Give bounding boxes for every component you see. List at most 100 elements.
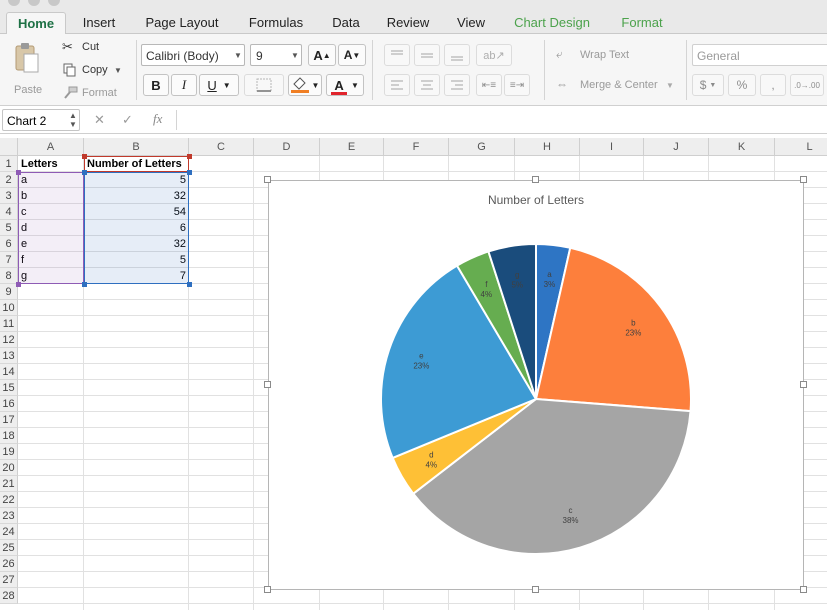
tab-insert[interactable]: Insert	[74, 12, 124, 34]
row-header[interactable]: 13	[0, 348, 18, 364]
column-header[interactable]: B	[84, 138, 189, 156]
chart-resize-handle[interactable]	[264, 381, 271, 388]
column-header[interactable]: E	[320, 138, 384, 156]
row-header[interactable]: 6	[0, 236, 18, 252]
underline-button[interactable]: U ▼	[199, 74, 239, 96]
close-window-icon[interactable]	[8, 0, 20, 6]
slice-category-label[interactable]: c	[569, 506, 573, 515]
column-header[interactable]: L	[775, 138, 827, 156]
slice-percent-label[interactable]: 23%	[625, 328, 641, 337]
column-header[interactable]: A	[18, 138, 84, 156]
format-painter-button[interactable]: Format	[62, 84, 132, 102]
letter-cell[interactable]: e	[18, 236, 84, 252]
letter-cell[interactable]: f	[18, 252, 84, 268]
font-size-dropdown[interactable]: 9 ▼	[250, 44, 302, 66]
number-format-dropdown[interactable]: General	[692, 44, 827, 66]
row-header[interactable]: 5	[0, 220, 18, 236]
copy-dropdown-icon[interactable]: ▼	[114, 66, 122, 75]
row-header[interactable]: 27	[0, 572, 18, 588]
row-header[interactable]: 21	[0, 476, 18, 492]
count-cell[interactable]: 6	[84, 220, 189, 236]
font-color-button[interactable]: A ▼	[326, 74, 364, 96]
increase-decimal-button[interactable]: .0→.00	[790, 74, 824, 96]
column-header[interactable]: G	[449, 138, 515, 156]
align-right-button[interactable]	[444, 74, 470, 96]
row-header[interactable]: 15	[0, 380, 18, 396]
tab-chart-design[interactable]: Chart Design	[506, 12, 598, 37]
align-left-button[interactable]	[384, 74, 410, 96]
column-header[interactable]: H	[515, 138, 580, 156]
row-header[interactable]: 28	[0, 588, 18, 604]
range-corner-handle[interactable]	[82, 170, 87, 175]
row-header[interactable]: 19	[0, 444, 18, 460]
slice-percent-label[interactable]: 38%	[563, 516, 579, 525]
count-cell[interactable]: 5	[84, 172, 189, 188]
range-corner-handle[interactable]	[82, 282, 87, 287]
row-header[interactable]: 14	[0, 364, 18, 380]
paste-button[interactable]: Paste	[10, 42, 44, 102]
decrease-indent-button[interactable]: ⇤≡	[476, 74, 502, 96]
chart-resize-handle[interactable]	[800, 176, 807, 183]
row-header[interactable]: 17	[0, 412, 18, 428]
name-box[interactable]: Chart 2 ▲ ▼	[2, 109, 80, 131]
percent-button[interactable]: %	[728, 74, 756, 96]
count-cell[interactable]: 5	[84, 252, 189, 268]
chart-resize-handle[interactable]	[800, 586, 807, 593]
slice-category-label[interactable]: b	[631, 318, 636, 327]
comma-style-button[interactable]: ,	[760, 74, 786, 96]
column-header[interactable]: C	[189, 138, 254, 156]
chart-resize-handle[interactable]	[264, 176, 271, 183]
pie-plot-area[interactable]: a3%b23%c38%d4%e23%f4%g5%	[269, 181, 803, 589]
slice-category-label[interactable]: a	[547, 270, 552, 279]
slice-category-label[interactable]: g	[515, 271, 519, 280]
slice-category-label[interactable]: e	[419, 352, 424, 361]
chart-resize-handle[interactable]	[264, 586, 271, 593]
decrease-font-size-button[interactable]: A ▼	[338, 44, 366, 66]
tab-data[interactable]: Data	[326, 12, 366, 34]
tab-review[interactable]: Review	[380, 12, 436, 34]
slice-percent-label[interactable]: 23%	[413, 362, 429, 371]
range-corner-handle[interactable]	[187, 282, 192, 287]
letter-cell[interactable]: c	[18, 204, 84, 220]
count-cell[interactable]: 32	[84, 236, 189, 252]
enter-icon[interactable]: ✓	[122, 112, 133, 128]
range-corner-handle[interactable]	[82, 154, 87, 159]
row-header[interactable]: 10	[0, 300, 18, 316]
tab-formulas[interactable]: Formulas	[240, 12, 312, 34]
chart-resize-handle[interactable]	[532, 586, 539, 593]
slice-category-label[interactable]: d	[429, 450, 433, 459]
cancel-icon[interactable]: ✕	[94, 112, 105, 128]
function-icon[interactable]: fx	[153, 111, 162, 127]
letter-cell[interactable]: a	[18, 172, 84, 188]
letter-cell[interactable]: d	[18, 220, 84, 236]
tab-format[interactable]: Format	[606, 12, 678, 37]
cut-button[interactable]: ✂ Cut	[62, 38, 122, 56]
column-header[interactable]: K	[709, 138, 775, 156]
row-header[interactable]: 4	[0, 204, 18, 220]
merge-center-button[interactable]: ⇔ Merge & Center ▼	[556, 76, 676, 94]
count-cell[interactable]: 54	[84, 204, 189, 220]
chart-resize-handle[interactable]	[800, 381, 807, 388]
range-corner-handle[interactable]	[16, 170, 21, 175]
tab-view[interactable]: View	[450, 12, 492, 34]
column-header[interactable]: J	[644, 138, 709, 156]
minimize-window-icon[interactable]	[28, 0, 40, 6]
slice-percent-label[interactable]: 4%	[426, 460, 438, 469]
align-top-button[interactable]	[384, 44, 410, 66]
align-middle-button[interactable]	[414, 44, 440, 66]
row-header[interactable]: 7	[0, 252, 18, 268]
chart-resize-handle[interactable]	[532, 176, 539, 183]
row-header[interactable]: 24	[0, 524, 18, 540]
header-cell-letters[interactable]: Letters	[18, 156, 84, 172]
column-header[interactable]: F	[384, 138, 449, 156]
currency-button[interactable]: $ ▼	[692, 74, 724, 96]
range-corner-handle[interactable]	[187, 154, 192, 159]
borders-button[interactable]	[244, 74, 284, 96]
wrap-text-button[interactable]: ⤶ Wrap Text	[556, 46, 636, 64]
align-bottom-button[interactable]	[444, 44, 470, 66]
italic-button[interactable]: I	[171, 74, 197, 96]
row-header[interactable]: 22	[0, 492, 18, 508]
orientation-button[interactable]: ab↗	[476, 44, 512, 66]
slice-percent-label[interactable]: 3%	[544, 280, 556, 289]
row-header[interactable]: 18	[0, 428, 18, 444]
